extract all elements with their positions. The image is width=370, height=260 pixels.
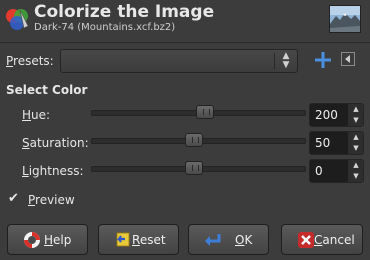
section-title: Select Color — [6, 83, 88, 97]
cancel-button[interactable]: Cancel — [281, 224, 363, 255]
spin-arrows-icon[interactable]: ▲ ▼ — [348, 160, 363, 182]
hue-value: 200 — [315, 108, 338, 122]
saturation-slider[interactable] — [91, 133, 306, 147]
combo-separator — [274, 53, 275, 69]
colorize-icon — [6, 9, 29, 30]
lightness-label: Lightness: — [22, 164, 84, 178]
ok-button[interactable]: OK — [188, 224, 269, 255]
image-thumbnail — [329, 5, 361, 33]
return-arrow-icon — [205, 234, 221, 246]
combo-updown-icon: ▲ ▼ — [282, 51, 290, 70]
hue-label: Hue: — [22, 108, 51, 122]
lightness-value: 0 — [315, 164, 323, 178]
hue-slider[interactable] — [91, 105, 306, 119]
plus-icon[interactable] — [313, 49, 333, 71]
saturation-spinbutton[interactable]: 50 ▲ ▼ — [309, 131, 364, 155]
saturation-value: 50 — [315, 136, 331, 150]
spin-arrows-icon[interactable]: ▲ ▼ — [348, 104, 363, 126]
menu-triangle-icon[interactable] — [341, 52, 355, 66]
cancel-x-icon — [298, 232, 314, 248]
preview-checkbox[interactable]: ✔ — [8, 192, 21, 205]
header-divider — [0, 42, 370, 43]
hue-spinbutton[interactable]: 200 ▲ ▼ — [309, 103, 364, 127]
cancel-label: Cancel — [314, 233, 355, 247]
help-button[interactable]: Help — [7, 224, 88, 255]
lifebuoy-icon — [24, 232, 40, 248]
spin-arrows-icon[interactable]: ▲ ▼ — [348, 132, 363, 154]
lightness-slider-handle[interactable] — [185, 161, 204, 175]
saturation-slider-handle[interactable] — [185, 133, 204, 147]
ok-label: OK — [235, 233, 253, 247]
lightness-spinbutton[interactable]: 0 ▲ ▼ — [309, 159, 364, 183]
saturation-label: Saturation: — [22, 136, 89, 150]
dialog-title: Colorize the Image — [34, 2, 215, 22]
dialog-subtitle: Dark-74 (Mountains.xcf.bz2) — [34, 22, 176, 33]
help-label: Help — [44, 233, 72, 247]
presets-combo[interactable]: ▲ ▼ — [60, 49, 298, 73]
lightness-slider[interactable] — [91, 161, 306, 175]
reset-label: Reset — [132, 233, 166, 247]
presets-label: Presets: — [6, 54, 54, 68]
dialog-header: Colorize the Image Dark-74 (Mountains.xc… — [0, 0, 370, 40]
reset-button[interactable]: Reset — [98, 224, 179, 255]
preview-label[interactable]: Preview — [28, 193, 75, 207]
hue-slider-handle[interactable] — [195, 105, 214, 119]
reset-arrow-icon — [116, 232, 130, 247]
